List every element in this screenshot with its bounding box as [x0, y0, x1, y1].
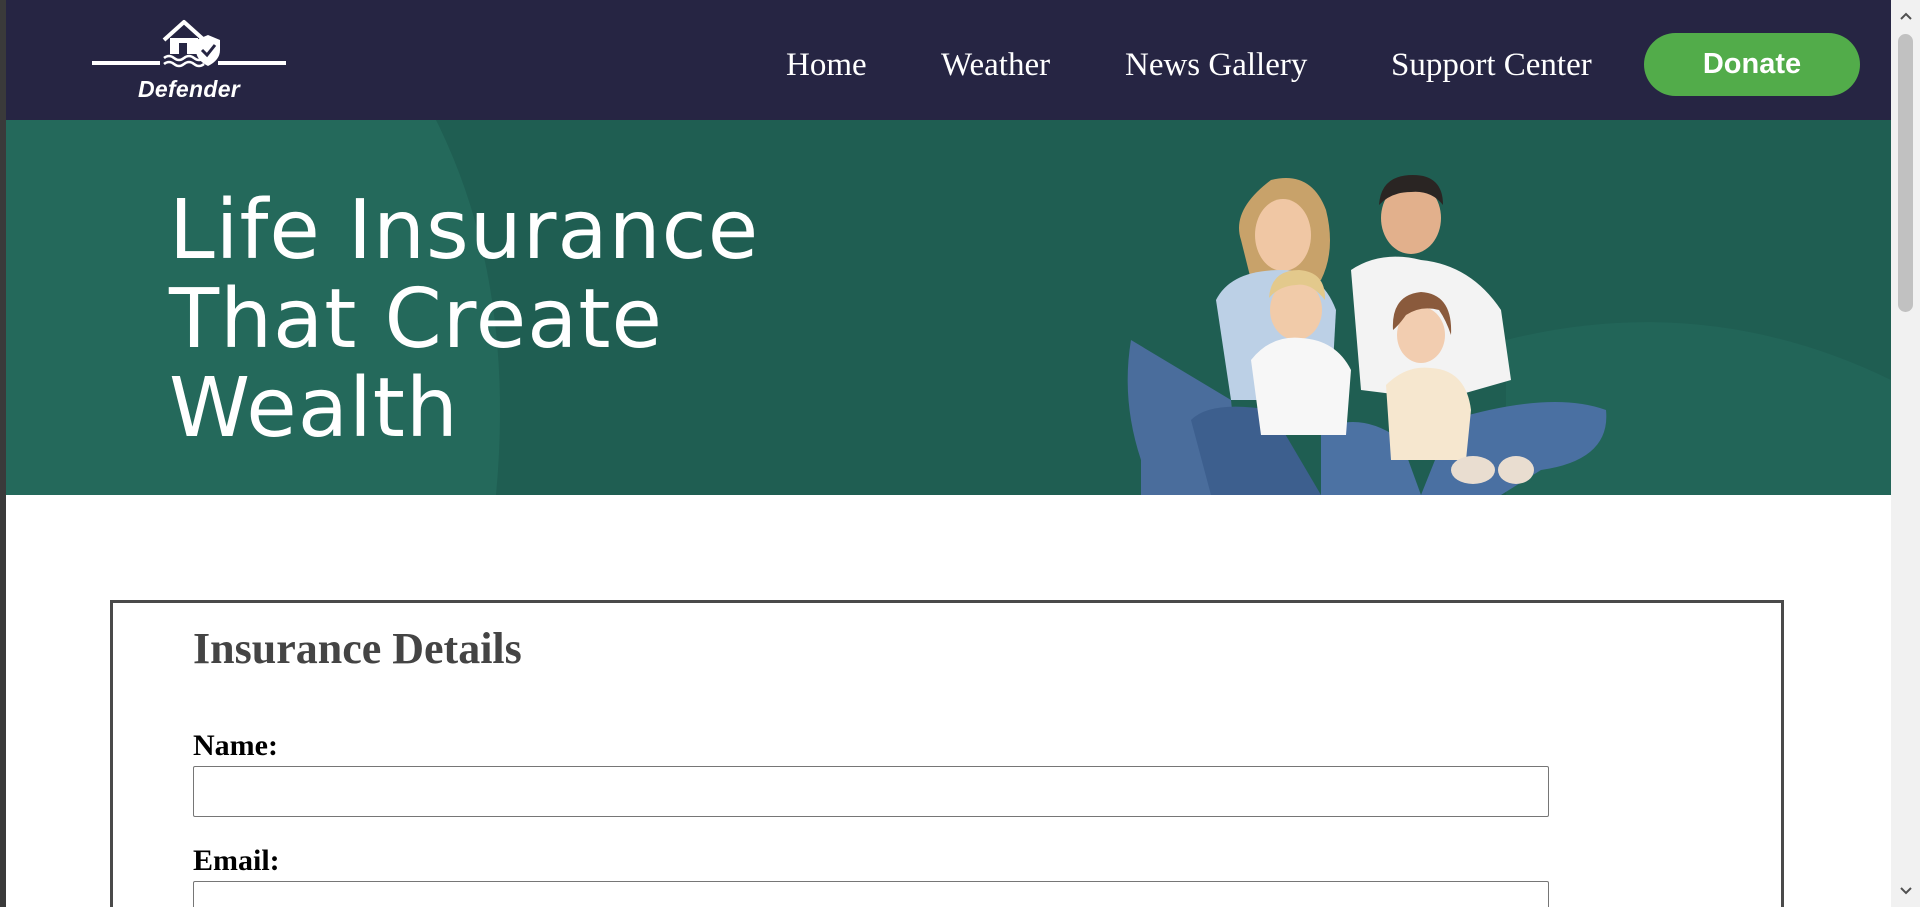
nav-news-gallery[interactable]: News Gallery — [1125, 40, 1307, 90]
family-photo — [1127, 175, 1607, 495]
vertical-scrollbar[interactable] — [1891, 0, 1920, 907]
site-header: Defender Home Weather News Gallery Suppo… — [6, 0, 1891, 120]
scroll-up-arrow-icon[interactable] — [1891, 3, 1920, 29]
scroll-down-arrow-icon[interactable] — [1891, 878, 1920, 904]
scrollbar-thumb[interactable] — [1898, 34, 1913, 312]
donate-button[interactable]: Donate — [1644, 33, 1860, 96]
page: Defender Home Weather News Gallery Suppo… — [6, 0, 1891, 907]
brand-logo[interactable]: Defender — [84, 14, 294, 108]
email-input[interactable] — [193, 881, 1549, 907]
brand-name: Defender — [137, 76, 241, 102]
hero-banner: Life Insurance That Create Wealth — [6, 120, 1891, 495]
house-shield-icon — [92, 20, 286, 68]
name-label: Name: — [193, 729, 278, 762]
form-title: Insurance Details — [193, 624, 522, 673]
insurance-details-form: Insurance Details Name: Email: — [110, 600, 1784, 907]
hero-title-line: Wealth — [169, 361, 459, 456]
nav-home[interactable]: Home — [786, 40, 867, 90]
nav-weather[interactable]: Weather — [941, 40, 1050, 90]
email-label: Email: — [193, 844, 280, 877]
hero-title-line: Life Insurance — [169, 183, 760, 278]
hero-title-line: That Create — [169, 272, 663, 367]
nav-support-center[interactable]: Support Center — [1391, 40, 1592, 90]
name-input[interactable] — [193, 766, 1549, 817]
hero-title: Life Insurance That Create Wealth — [169, 186, 759, 453]
